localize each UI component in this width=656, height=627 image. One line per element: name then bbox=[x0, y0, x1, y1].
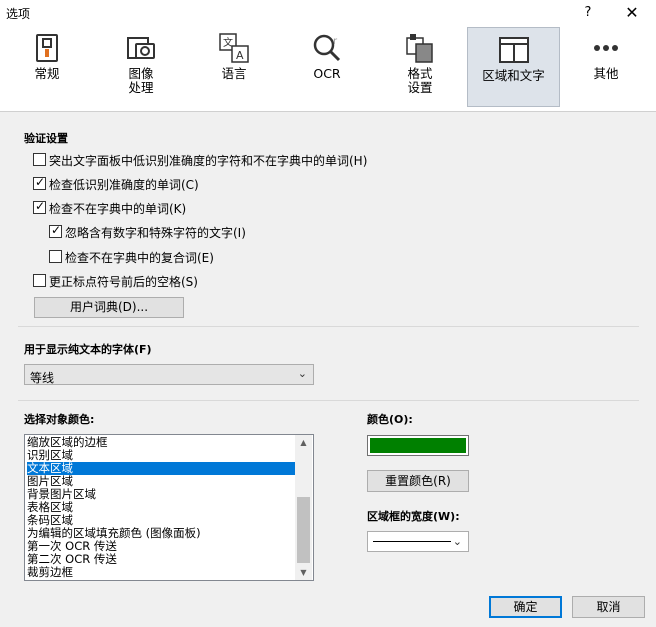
line-width-sample bbox=[373, 541, 451, 542]
tab-format[interactable]: 格式 设置 bbox=[376, 26, 464, 106]
tab-label: 常规 bbox=[34, 66, 60, 81]
ignore-digits-checkbox[interactable]: ✓ bbox=[49, 223, 62, 238]
checkmark-icon: ✓ bbox=[35, 199, 46, 213]
svg-text:A: A bbox=[236, 49, 244, 62]
reset-color-button[interactable]: 重置颜色(R) bbox=[367, 470, 469, 492]
frame-width-select[interactable]: ⌄ bbox=[367, 531, 469, 552]
font-heading: 用于显示纯文本的字体(F) bbox=[24, 343, 152, 356]
tab-general[interactable]: 常规 bbox=[4, 26, 90, 106]
tab-strip: 常规 图像 处理 文 A 语言 r OCR 格式 设置 区域和文字 其他 bbox=[0, 26, 656, 112]
tab-label: OCR bbox=[313, 66, 341, 81]
fix-spaces-checkbox[interactable] bbox=[33, 274, 46, 287]
highlight-label: 突出文字面板中低识别准确度的字符和不在字典中的单词(H) bbox=[49, 154, 368, 168]
verify-heading: 验证设置 bbox=[24, 132, 68, 145]
checkmark-icon: ✓ bbox=[35, 175, 46, 189]
separator bbox=[18, 400, 639, 401]
toggle-switch-icon bbox=[36, 34, 58, 62]
title-bar: 选项 ? ✕ bbox=[0, 0, 656, 26]
svg-text:r: r bbox=[333, 36, 338, 47]
help-button[interactable]: ? bbox=[577, 2, 599, 24]
scroll-down-icon[interactable]: ▼ bbox=[295, 565, 312, 580]
tab-language[interactable]: 文 A 语言 bbox=[190, 26, 278, 106]
check-not-in-dict-label: 检查不在字典中的单词(K) bbox=[49, 202, 187, 216]
cancel-button[interactable]: 取消 bbox=[572, 596, 645, 618]
tab-label: 格式 设置 bbox=[407, 66, 433, 95]
separator bbox=[18, 326, 639, 327]
tab-label: 图像 处理 bbox=[128, 66, 154, 95]
font-select[interactable]: 等线 ⌄ bbox=[24, 364, 314, 385]
chevron-down-icon: ⌄ bbox=[297, 367, 307, 380]
list-scrollbar[interactable]: ▲ ▼ bbox=[295, 435, 312, 580]
color-heading: 颜色(O): bbox=[367, 413, 413, 426]
user-dictionary-button[interactable]: 用户词典(D)... bbox=[34, 297, 184, 318]
check-low-confidence-label: 检查低识别准确度的单词(C) bbox=[49, 178, 199, 192]
ignore-digits-label: 忽略含有数字和特殊字符的文字(I) bbox=[65, 226, 246, 240]
font-select-value: 等线 bbox=[30, 371, 55, 385]
translate-icon: 文 A bbox=[219, 33, 249, 63]
check-low-confidence-checkbox[interactable]: ✓ bbox=[33, 175, 46, 190]
ok-button[interactable]: 确定 bbox=[489, 596, 562, 618]
tab-label: 区域和文字 bbox=[482, 68, 545, 83]
format-icon bbox=[406, 34, 433, 63]
tab-ocr[interactable]: r OCR bbox=[284, 26, 370, 106]
object-color-heading: 选择对象颜色: bbox=[24, 413, 95, 426]
chevron-down-icon: ⌄ bbox=[452, 535, 462, 548]
list-item[interactable]: 裁剪边框 bbox=[27, 566, 296, 579]
color-picker[interactable] bbox=[367, 435, 469, 456]
check-not-in-dict-checkbox[interactable]: ✓ bbox=[33, 199, 46, 214]
tab-image[interactable]: 图像 处理 bbox=[96, 26, 186, 106]
highlight-checkbox[interactable] bbox=[33, 153, 46, 166]
tab-region[interactable]: 区域和文字 bbox=[467, 27, 560, 107]
checkmark-icon: ✓ bbox=[51, 223, 62, 237]
window-title: 选项 bbox=[6, 7, 31, 21]
check-compound-label: 检查不在字典中的复合词(E) bbox=[65, 251, 214, 265]
check-compound-checkbox[interactable] bbox=[49, 250, 62, 263]
tab-label: 语言 bbox=[221, 66, 247, 81]
tab-label: 其他 bbox=[593, 66, 619, 81]
region-layout-icon bbox=[498, 37, 529, 63]
object-color-list[interactable]: 缩放区域的边框 识别区域 文本区域 图片区域 背景图片区域 表格区域 条码区域 … bbox=[24, 434, 314, 581]
more-icon bbox=[594, 45, 618, 51]
frame-width-heading: 区域框的宽度(W): bbox=[367, 510, 460, 523]
tab-other[interactable]: 其他 bbox=[564, 26, 648, 106]
close-button[interactable]: ✕ bbox=[620, 2, 644, 24]
scroll-up-icon[interactable]: ▲ bbox=[295, 435, 312, 450]
magnifier-icon: r bbox=[313, 34, 341, 62]
camera-icon bbox=[127, 37, 155, 59]
color-swatch-fill bbox=[370, 438, 466, 453]
scroll-thumb[interactable] bbox=[297, 497, 310, 563]
fix-spaces-label: 更正标点符号前后的空格(S) bbox=[49, 275, 198, 289]
